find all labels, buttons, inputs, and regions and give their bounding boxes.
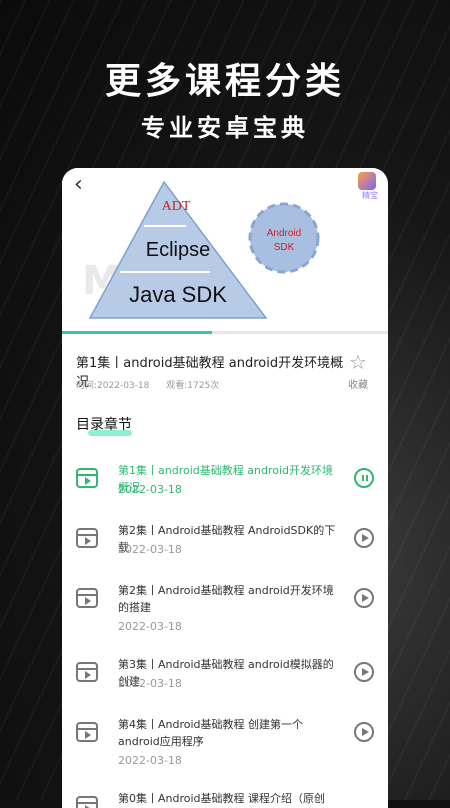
star-icon: ☆ <box>349 350 367 374</box>
video-file-icon <box>76 662 98 682</box>
catalog-title: 目录章节 <box>76 414 132 436</box>
pyramid-label-javasdk: Java SDK <box>129 282 227 307</box>
video-meta: 时间:2022-03-18 观看:1725次 <box>76 378 233 391</box>
episode-title: 第2集丨Android基础教程 android开发环境的搭建 <box>118 584 334 614</box>
episode-item[interactable]: 第2集丨Android基础教程 AndroidSDK的下载 2022-03-18 <box>62 518 388 578</box>
meta-views-value: 1725次 <box>187 381 220 391</box>
video-frame: ADT Eclipse Java SDK Android SDK <box>88 180 320 319</box>
meta-views-label: 观看: <box>166 381 188 391</box>
episode-date: 2022-03-18 <box>118 620 182 633</box>
episode-item[interactable]: 第1集丨android基础教程 android开发环境概况 2022-03-18 <box>62 458 388 518</box>
episode-date: 2022-03-18 <box>118 543 182 556</box>
episode-title: 第4集丨Android基础教程 创建第一个android应用程序 <box>118 718 304 748</box>
favorite-label: 收藏 <box>348 380 368 391</box>
play-icon[interactable] <box>354 722 374 742</box>
pyramid-label-adt: ADT <box>162 199 191 214</box>
episode-title: 第0集丨Android基础教程 课程介绍（原创创作补 <box>118 792 326 805</box>
episode-item[interactable]: 第0集丨Android基础教程 课程介绍（原创创作补 <box>62 786 388 808</box>
pyramid-label-eclipse: Eclipse <box>146 239 210 261</box>
phone-screen: MATS ADT Eclipse Java SDK Android SDK ‹ … <box>62 168 388 808</box>
meta-time: 时间:2022-03-18 <box>76 381 149 391</box>
pause-icon[interactable] <box>354 468 374 488</box>
video-file-icon <box>76 468 98 488</box>
gear-label-android: Android <box>267 228 301 239</box>
back-arrow-icon[interactable]: ‹ <box>74 174 83 196</box>
video-file-icon <box>76 528 98 548</box>
video-file-icon <box>76 722 98 742</box>
meta-views: 观看:1725次 <box>166 381 219 391</box>
promo-title: 更多课程分类 <box>104 61 345 102</box>
episode-date: 2022-03-18 <box>118 754 182 767</box>
episode-item[interactable]: 第2集丨Android基础教程 android开发环境的搭建 2022-03-1… <box>62 578 388 652</box>
video-file-icon <box>76 588 98 608</box>
app-logo-icon <box>358 172 376 190</box>
video-player[interactable]: MATS ADT Eclipse Java SDK Android SDK ‹ … <box>62 168 388 334</box>
play-icon[interactable] <box>354 662 374 682</box>
episode-date: 2022-03-18 <box>118 483 182 496</box>
play-icon[interactable] <box>354 528 374 548</box>
app-logo-label: 精宝 <box>362 191 378 200</box>
gear-label-sdk: SDK <box>274 242 295 253</box>
play-icon[interactable] <box>354 588 374 608</box>
promo-subtitle: 专业安卓宝典 <box>141 114 309 142</box>
meta-time-value: 2022-03-18 <box>97 381 150 391</box>
video-file-icon <box>76 796 98 808</box>
episode-item[interactable]: 第4集丨Android基础教程 创建第一个android应用程序 2022-03… <box>62 712 388 786</box>
episode-item[interactable]: 第3集丨Android基础教程 android模拟器的创建 2022-03-18 <box>62 652 388 712</box>
video-progress-bar[interactable] <box>62 331 388 334</box>
meta-time-label: 时间: <box>76 381 98 391</box>
episode-date: 2022-03-18 <box>118 677 182 690</box>
episode-list: 第1集丨android基础教程 android开发环境概况 2022-03-18… <box>62 458 388 808</box>
favorite-button[interactable]: ☆ 收藏 <box>342 352 374 391</box>
video-progress-fill <box>62 331 212 334</box>
catalog-title-text: 目录章节 <box>76 417 132 433</box>
